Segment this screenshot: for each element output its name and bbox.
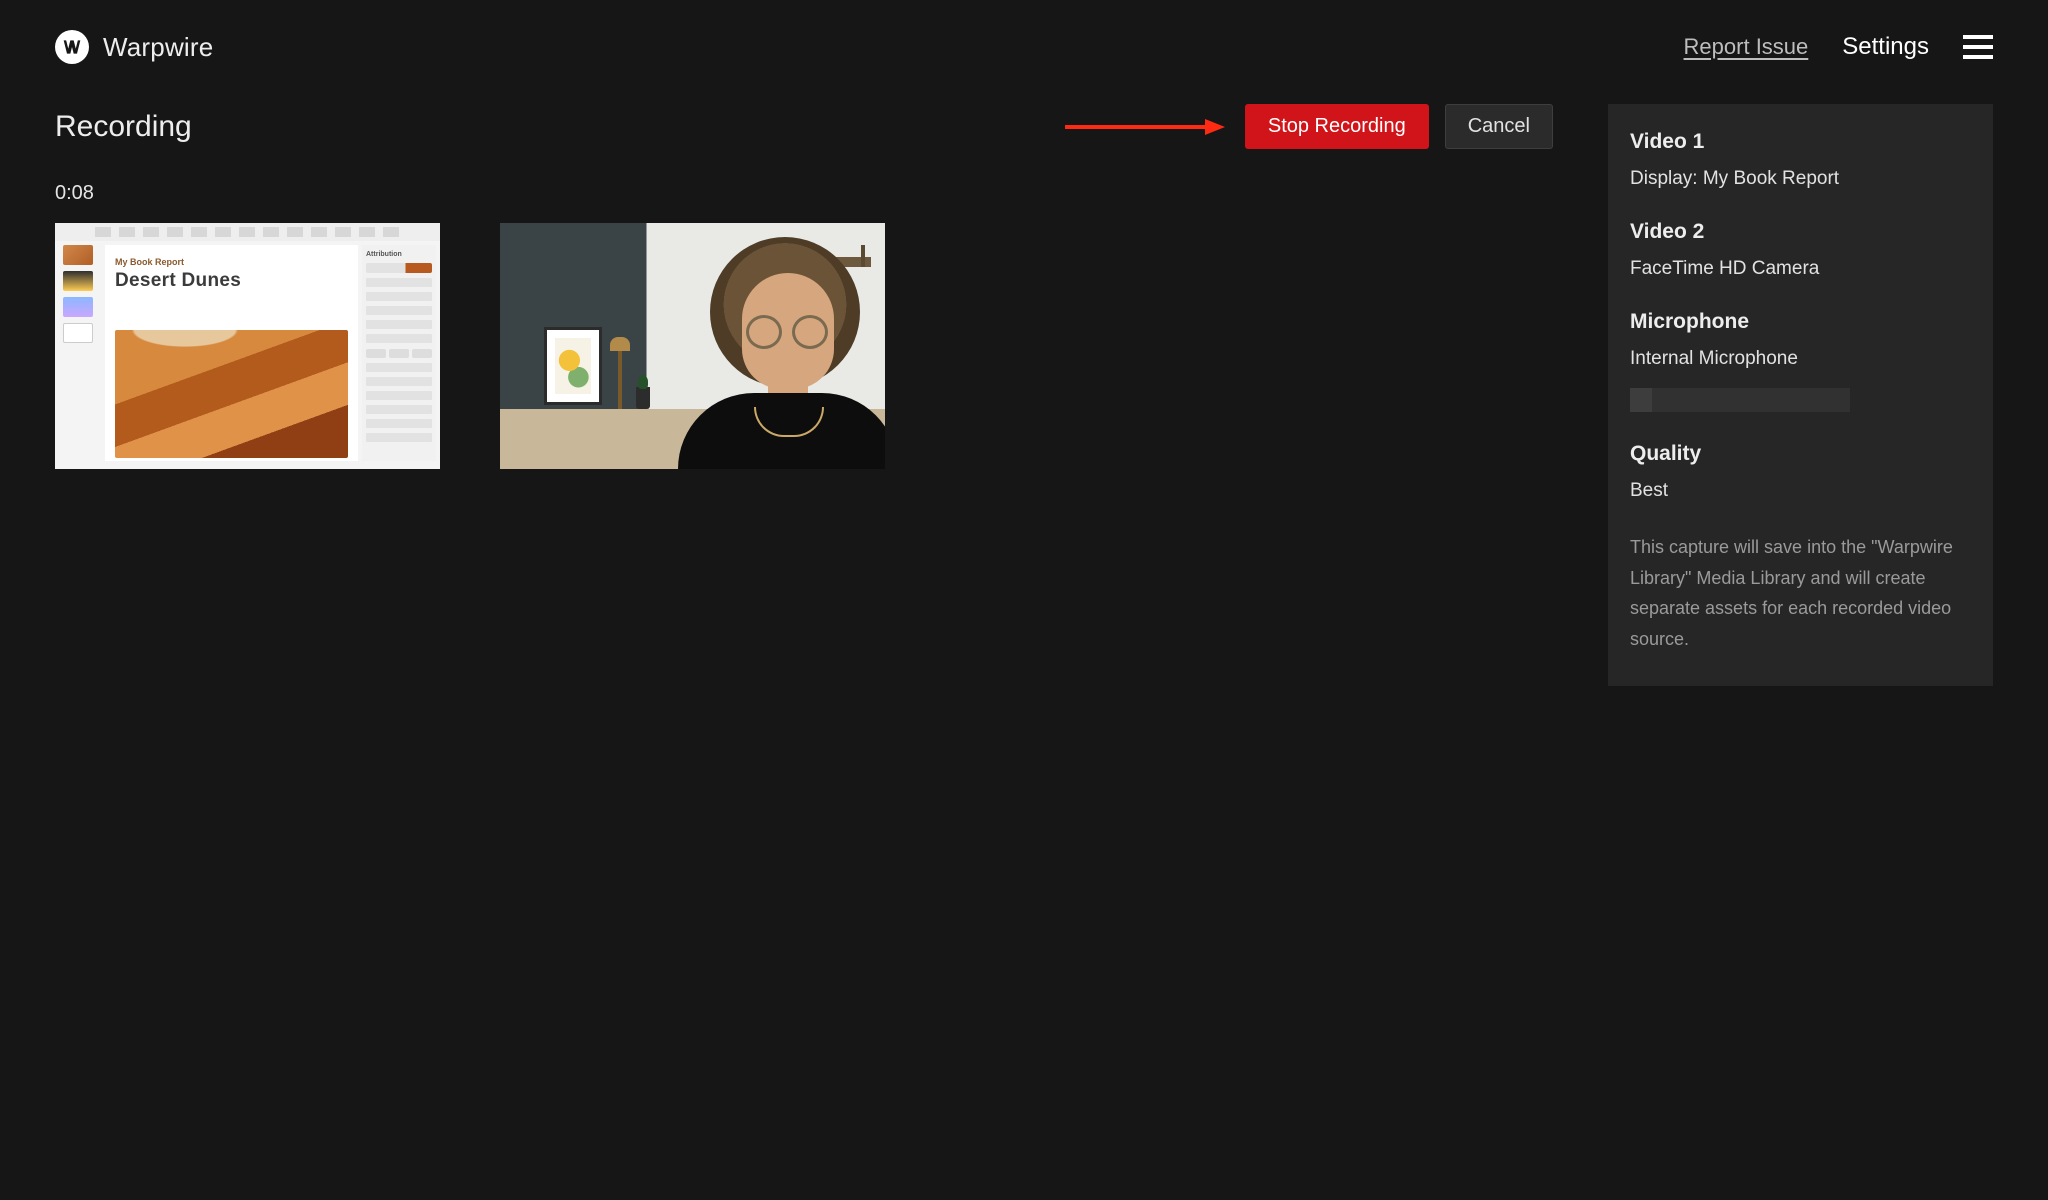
video1-heading: Video 1 [1630,130,1971,154]
app-toolbar-icon [55,223,440,241]
lamp-icon [618,349,622,409]
quality-value: Best [1630,480,1971,502]
doc-subtitle: My Book Report [115,257,348,267]
save-destination-note: This capture will save into the "Warpwir… [1630,532,1971,654]
mic-meter-segment [1630,388,1652,412]
main-area: Recording Stop Recording Cancel 0:08 [55,104,1553,686]
recording-actions: Stop Recording Cancel [1065,104,1553,149]
stop-recording-button[interactable]: Stop Recording [1245,104,1429,149]
doc-hero-image [115,330,348,458]
plant-icon [636,387,650,409]
preview-screen-share: My Book Report Desert Dunes Attribution [55,223,440,469]
quality-heading: Quality [1630,442,1971,466]
video2-value: FaceTime HD Camera [1630,258,1971,280]
slide-thumbnails [63,245,93,343]
video2-section: Video 2 FaceTime HD Camera [1630,220,1971,280]
mic-meter-segment [1828,388,1850,412]
person-icon [650,223,885,469]
mic-meter-segment [1718,388,1740,412]
preview-webcam [500,223,885,469]
cancel-button[interactable]: Cancel [1445,104,1553,149]
mic-meter-segment [1806,388,1828,412]
recording-timer: 0:08 [55,182,1553,205]
page-title: Recording [55,110,192,144]
doc-title: Desert Dunes [115,270,348,292]
preview-grid: My Book Report Desert Dunes Attribution [55,223,1553,469]
mic-meter-segment [1784,388,1806,412]
document-canvas: My Book Report Desert Dunes [105,245,358,461]
settings-panel: Video 1 Display: My Book Report Video 2 … [1608,104,1993,686]
mic-meter-segment [1762,388,1784,412]
video1-section: Video 1 Display: My Book Report [1630,130,1971,190]
quality-section: Quality Best [1630,442,1971,502]
report-issue-link[interactable]: Report Issue [1684,34,1809,60]
brand-logo-icon [55,30,89,64]
picture-frame-icon [544,327,602,405]
microphone-section: Microphone Internal Microphone [1630,310,1971,412]
video2-heading: Video 2 [1630,220,1971,244]
brand-name: Warpwire [103,32,213,63]
mic-level-meter [1630,388,1971,412]
header: Warpwire Report Issue Settings [0,0,2048,64]
microphone-heading: Microphone [1630,310,1971,334]
settings-link[interactable]: Settings [1842,33,1929,61]
menu-icon[interactable] [1963,35,1993,59]
inspector-panel: Attribution [362,245,436,461]
brand: Warpwire [55,30,213,64]
microphone-value: Internal Microphone [1630,348,1971,370]
inspector-header: Attribution [366,251,432,258]
video1-value: Display: My Book Report [1630,168,1971,190]
mic-meter-segment [1740,388,1762,412]
mic-meter-segment [1652,388,1674,412]
callout-arrow-icon [1065,118,1225,136]
mic-meter-segment [1696,388,1718,412]
mic-meter-segment [1674,388,1696,412]
title-bar: Recording Stop Recording Cancel [55,104,1553,149]
header-actions: Report Issue Settings [1684,33,1993,61]
